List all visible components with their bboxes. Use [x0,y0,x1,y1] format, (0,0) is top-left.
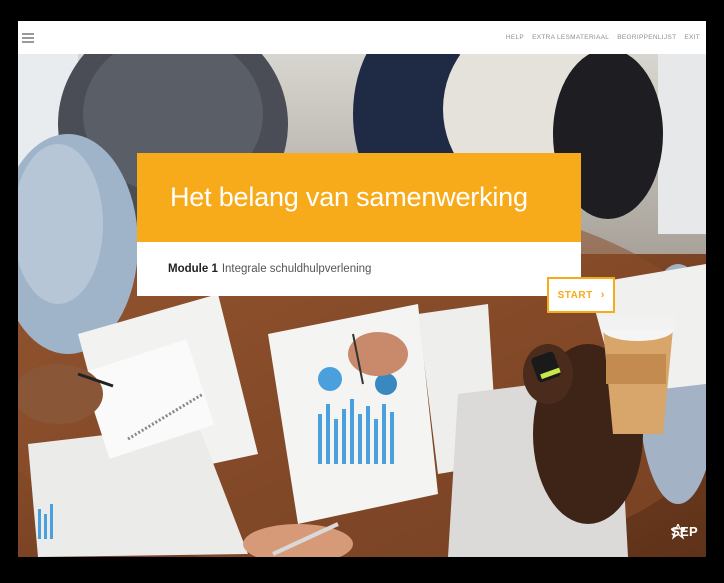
course-app: HELP EXTRA LESMATERIAAL BEGRIPPENLIJST E… [18,21,706,557]
nav-exit-link[interactable]: EXIT [684,34,700,41]
nav-extra-lesmateriaal-link[interactable]: EXTRA LESMATERIAAL [532,34,609,41]
nav-begrippenlijst-link[interactable]: BEGRIPPENLIJST [617,34,676,41]
course-title: Het belang van samenwerking [170,182,528,212]
module-subtitle-banner: Module 1 Integrale schuldhulpverlening [137,242,581,296]
module-name: Integrale schuldhulpverlening [221,263,372,275]
top-navigation: HELP EXTRA LESMATERIAAL BEGRIPPENLIJST E… [506,34,700,41]
module-number: Module 1 [168,263,218,275]
start-button-label: START [557,289,593,301]
sep-logo: SEP [671,524,698,540]
sep-logo-icon [671,524,686,540]
nav-help-link[interactable]: HELP [506,34,524,41]
title-banner: Het belang van samenwerking [137,153,581,242]
chevron-right-icon: › [600,289,605,301]
top-bar: HELP EXTRA LESMATERIAAL BEGRIPPENLIJST E… [18,21,706,54]
start-button[interactable]: START › [547,277,615,313]
hamburger-menu-icon[interactable] [22,32,34,43]
